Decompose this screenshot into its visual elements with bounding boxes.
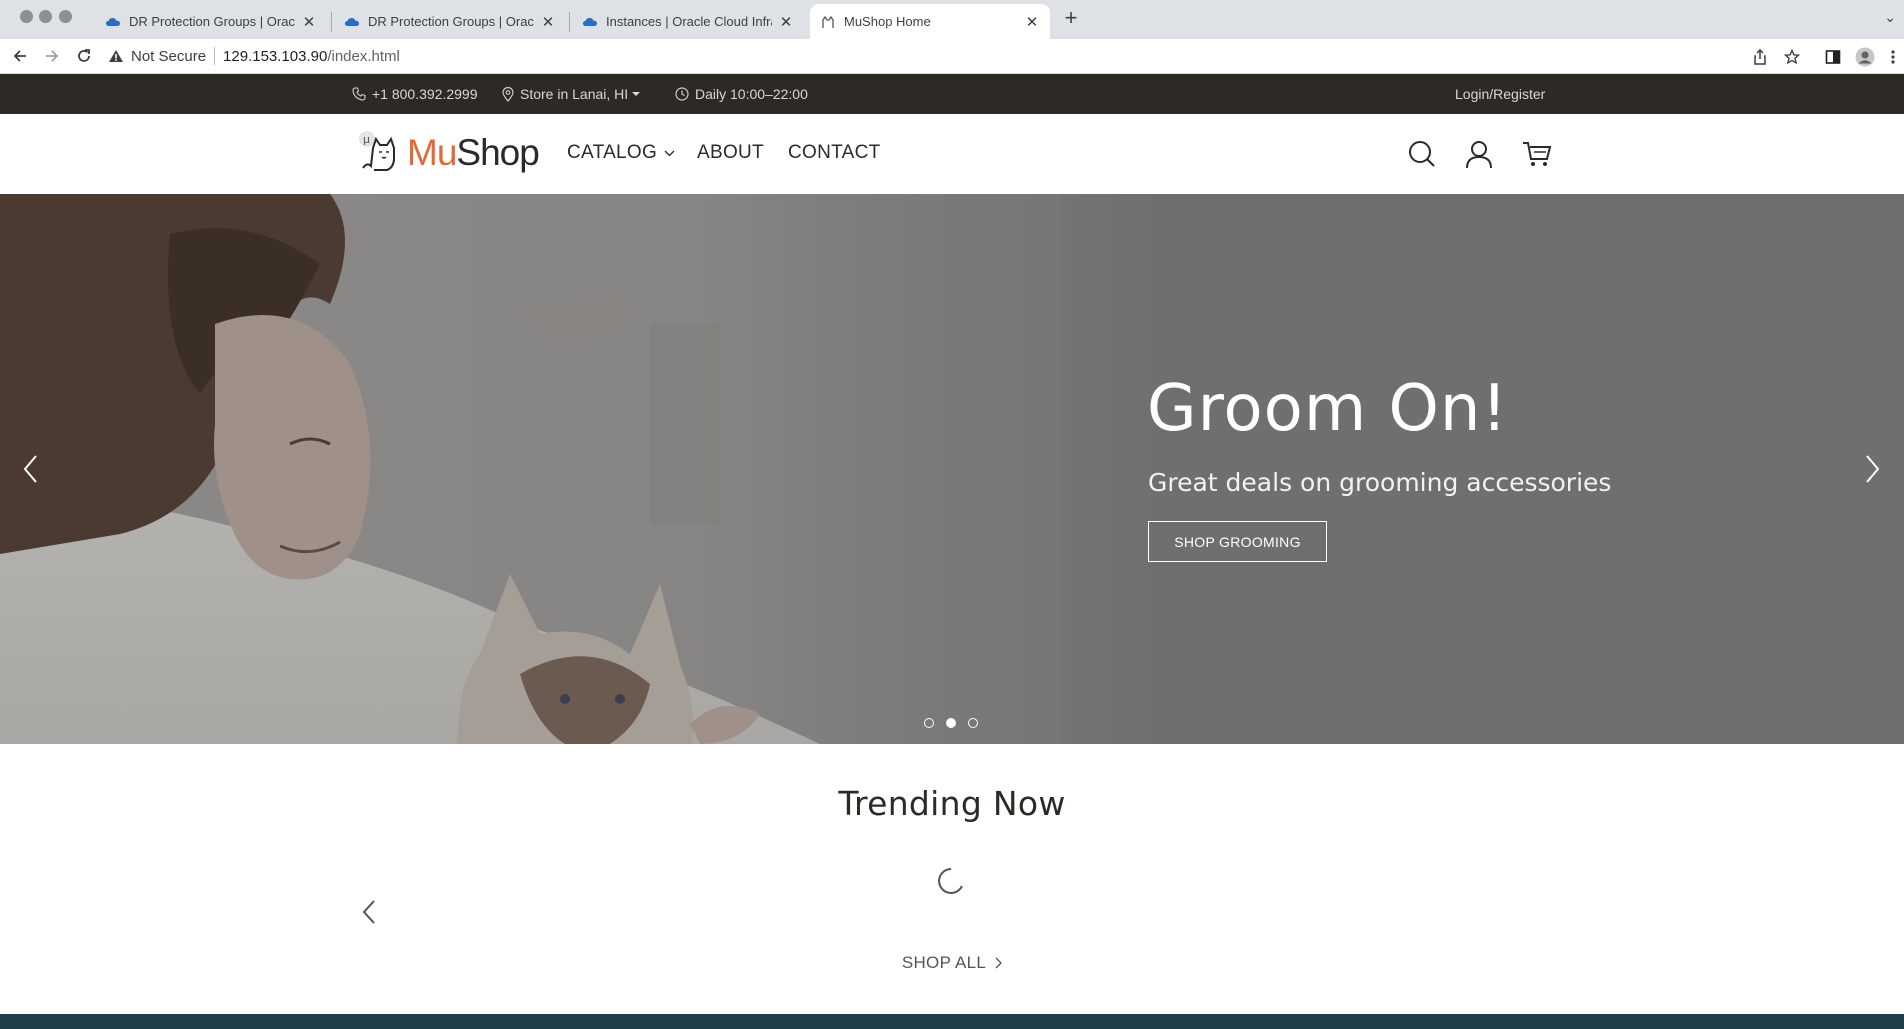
side-panel-button[interactable] [1823,47,1843,67]
star-icon [1784,49,1800,65]
carousel-dot-2-active[interactable] [946,718,956,728]
nav-about-label: ABOUT [697,142,764,163]
map-pin-icon [502,86,514,102]
forward-button[interactable] [42,46,62,66]
hero-title: Groom On! [1147,372,1509,446]
browser-tab-4-active[interactable]: MuShop Home ✕ [810,4,1050,39]
shop-all-link[interactable]: SHOP ALL [0,953,1904,973]
phone-icon [352,87,366,101]
browser-toolbar: Not Secure 129.153.103.90/index.html [0,39,1904,74]
store-hours-text: Daily 10:00–22:00 [695,86,808,102]
oracle-cloud-icon [345,17,359,26]
logo-wordmark: MuShop [407,132,540,174]
clock-icon [675,87,689,101]
profile-button[interactable] [1855,47,1875,67]
window-close-control[interactable] [20,10,33,23]
store-location-dropdown[interactable]: Store in Lanai, HI [502,86,641,102]
footer-band [0,1014,1904,1029]
store-hours: Daily 10:00–22:00 [675,86,808,102]
tab-title: Instances | Oracle Cloud Infrastructure [606,14,772,29]
caret-down-icon [632,92,641,96]
close-icon[interactable]: ✕ [1024,13,1040,31]
phone-number: +1 800.392.2999 [372,86,478,102]
address-bar[interactable]: Not Secure 129.153.103.90/index.html [108,41,1808,71]
store-location: Store in Lanai, HI [520,86,629,102]
close-icon[interactable]: ✕ [540,13,556,31]
tab-title: DR Protection Groups | Oracle Cloud Infr… [368,14,534,29]
chevron-right-icon [995,957,1003,969]
cat-logo-icon: µ [359,131,395,171]
logo-mu: Mu [407,132,457,173]
browser-menu-button[interactable] [1887,47,1899,67]
chevron-down-icon [664,150,675,156]
close-icon[interactable]: ✕ [301,13,317,31]
avatar-icon [1855,47,1875,67]
back-button[interactable] [10,46,30,66]
share-button[interactable] [1750,47,1770,67]
nav-about[interactable]: ABOUT [697,142,764,164]
search-icon[interactable] [1406,138,1438,170]
login-register-label: Login/Register [1455,86,1546,102]
security-label: Not Secure [131,47,207,65]
arrow-right-icon [46,50,59,62]
carousel-dot-3[interactable] [968,718,978,728]
security-indicator[interactable]: Not Secure [108,48,206,65]
browser-tab-3[interactable]: Instances | Oracle Cloud Infrastructure … [572,4,804,39]
reload-icon [78,49,90,62]
site-header: µ MuShop CATALOG ABOUT CONTACT [0,114,1904,194]
tab-title: DR Protection Groups | Oracle Cloud Infr… [129,14,295,29]
warning-icon [109,50,123,62]
cart-icon[interactable] [1521,138,1553,170]
oracle-cloud-icon [106,17,120,26]
user-account-icon[interactable] [1463,138,1495,170]
tab-title: MuShop Home [844,14,931,29]
hero-image-woman-with-cat [0,194,1160,744]
address-divider [214,47,216,65]
share-icon [1754,49,1766,65]
tab-divider [569,12,570,32]
hero-subtitle: Great deals on grooming accessories [1148,468,1612,497]
logo-shop: Shop [456,132,539,173]
carousel-dot-1[interactable] [924,718,934,728]
loading-spinner-icon [938,868,963,894]
nav-catalog[interactable]: CATALOG [567,142,675,164]
hero-carousel: Groom On! Great deals on grooming access… [0,194,1904,744]
url-host: 129.153.103.90 [223,47,328,65]
trending-title: Trending Now [838,784,1066,823]
nav-contact-label: CONTACT [788,142,881,163]
new-tab-button[interactable]: + [1058,5,1084,31]
side-panel-icon [1825,50,1841,64]
trending-prev-chevron-icon[interactable] [361,899,377,925]
login-register-link[interactable]: Login/Register [1455,86,1545,102]
kebab-menu-icon [1891,50,1895,64]
tab-search-chevron-icon[interactable]: ⌄ [1884,9,1896,26]
nav-contact[interactable]: CONTACT [788,142,881,164]
window-minimize-control[interactable] [39,10,52,23]
window-zoom-control[interactable] [59,10,72,23]
browser-tab-strip: DR Protection Groups | Oracle Cloud Infr… [0,0,1904,39]
nav-catalog-label: CATALOG [567,142,658,163]
browser-tab-1[interactable]: DR Protection Groups | Oracle Cloud Infr… [95,4,327,39]
carousel-next-chevron-icon[interactable] [1859,452,1885,486]
tab-divider [331,12,332,32]
mushop-logo[interactable]: µ MuShop [357,128,540,174]
reload-button[interactable] [74,46,94,66]
svg-text:µ: µ [363,133,370,146]
oracle-cloud-icon [583,17,597,26]
mushop-icon [822,15,834,28]
bookmark-button[interactable] [1782,47,1802,67]
phone-info[interactable]: +1 800.392.2999 [352,86,478,102]
browser-tab-2[interactable]: DR Protection Groups | Oracle Cloud Infr… [334,4,566,39]
carousel-prev-chevron-icon[interactable] [18,452,44,486]
close-icon[interactable]: ✕ [778,13,794,31]
arrow-left-icon [13,50,26,62]
shop-grooming-button[interactable]: SHOP GROOMING [1148,521,1327,562]
url-path: /index.html [327,47,400,65]
store-info-bar: +1 800.392.2999 Store in Lanai, HI Daily… [0,74,1904,114]
shop-all-label: SHOP ALL [901,953,987,972]
